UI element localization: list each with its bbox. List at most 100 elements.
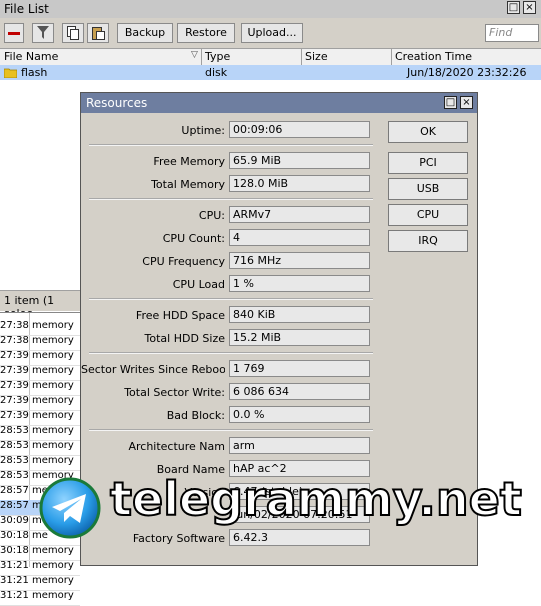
folder-icon	[3, 67, 18, 81]
log-time: 27:38	[0, 335, 29, 346]
usb-button[interactable]: USB	[388, 178, 468, 200]
log-row[interactable]: 27:39 memory	[0, 410, 80, 426]
file-list-toolbar: Backup Restore Upload... Find	[0, 18, 541, 48]
log-row[interactable]: 28:53 memory	[0, 455, 80, 471]
log-topic: memory	[32, 350, 74, 361]
cpu-load-label: CPU Load	[172, 278, 225, 291]
log-time: 31:21	[0, 575, 29, 586]
file-type-cell: disk	[205, 66, 228, 79]
file-list-status: 1 item (1 selec	[0, 290, 80, 320]
paste-button[interactable]	[87, 23, 109, 43]
log-time: 28:57	[0, 485, 29, 496]
log-time: 30:18	[0, 545, 29, 556]
pci-button[interactable]: PCI	[388, 152, 468, 174]
total-hdd-label: Total HDD Size	[144, 332, 225, 345]
cpu-frequency-value: 716 MHz	[229, 252, 370, 269]
log-row[interactable]: 27:39 memory	[0, 395, 80, 411]
free-memory-label: Free Memory	[153, 155, 225, 168]
total-memory-value: 128.0 MiB	[229, 175, 370, 192]
cpu-count-label: CPU Count:	[162, 232, 225, 245]
free-hdd-label: Free HDD Space	[135, 309, 225, 322]
log-topic: memory	[32, 365, 74, 376]
filter-icon	[37, 26, 49, 39]
log-row[interactable]: 31:21 memory	[0, 560, 80, 576]
ok-button[interactable]: OK	[388, 121, 468, 143]
minus-icon	[8, 31, 20, 35]
free-memory-value: 65.9 MiB	[229, 152, 370, 169]
cpu-count-value: 4	[229, 229, 370, 246]
log-topic: memory	[32, 410, 74, 421]
sector-writes-reboot-label: Sector Writes Since Reboo	[81, 363, 225, 376]
log-row[interactable]: 27:38 memory	[0, 335, 80, 351]
resources-title: Resources	[86, 96, 148, 110]
upload-button[interactable]: Upload...	[241, 23, 303, 43]
log-row[interactable]: 27:39 memory	[0, 350, 80, 366]
total-memory-label: Total Memory	[151, 178, 225, 191]
column-file-name[interactable]: File Name	[4, 50, 58, 63]
log-time: 27:39	[0, 350, 29, 361]
remove-button[interactable]	[4, 23, 24, 43]
log-topic: memory	[32, 380, 74, 391]
total-sector-writes-value: 6 086 634	[229, 383, 370, 400]
backup-button[interactable]: Backup	[117, 23, 173, 43]
cpu-load-value: 1 %	[229, 275, 370, 292]
file-list-column-header: File Name ▽ Type Size Creation Time	[0, 48, 541, 66]
log-time: 30:18	[0, 530, 29, 541]
log-time: 28:53	[0, 470, 29, 481]
maximize-icon[interactable]: □	[444, 96, 457, 109]
cpu-frequency-label: CPU Frequency	[142, 255, 225, 268]
filter-button[interactable]	[32, 23, 54, 43]
log-time: 28:53	[0, 455, 29, 466]
log-topic: memory	[32, 590, 74, 601]
log-row[interactable]: 30:18 memory	[0, 545, 80, 561]
watermark-text: telegrammy.net	[109, 471, 523, 527]
log-topic: memory	[32, 425, 74, 436]
cpu-button[interactable]: CPU	[388, 204, 468, 226]
log-topic: memory	[32, 545, 74, 556]
total-sector-writes-label: Total Sector Write:	[124, 386, 225, 399]
sort-icon: ▽	[191, 50, 198, 60]
file-list-titlebar: File List □ ×	[0, 0, 541, 19]
cpu-value: ARMv7	[229, 206, 370, 223]
factory-software-label: Factory Software	[132, 532, 225, 545]
log-row[interactable]: 28:53 memory	[0, 440, 80, 456]
log-topic: memory	[32, 455, 74, 466]
paste-icon	[91, 27, 105, 40]
log-topic: memory	[32, 335, 74, 346]
telegram-logo-icon	[38, 476, 102, 540]
log-time: 27:39	[0, 410, 29, 421]
log-time: 28:57	[0, 500, 29, 511]
close-icon[interactable]: ×	[523, 1, 536, 14]
log-row[interactable]: 27:39 memory	[0, 380, 80, 396]
log-topic: memory	[32, 395, 74, 406]
column-type[interactable]: Type	[205, 50, 230, 63]
log-row[interactable]: 27:39 memory	[0, 365, 80, 381]
log-row[interactable]: 27:38 memory	[0, 320, 80, 336]
maximize-icon[interactable]: □	[507, 1, 520, 14]
table-row[interactable]: flash disk Jun/18/2020 23:32:26	[0, 65, 541, 80]
factory-software-value: 6.42.3	[229, 529, 370, 546]
log-row[interactable]: 31:21 memory	[0, 590, 80, 606]
column-size[interactable]: Size	[305, 50, 328, 63]
architecture-value: arm	[229, 437, 370, 454]
log-time: 28:53	[0, 440, 29, 451]
log-row[interactable]: 31:21 memory	[0, 575, 80, 591]
uptime-label: Uptime:	[181, 124, 225, 137]
log-topic: memory	[32, 440, 74, 451]
find-input[interactable]: Find	[485, 24, 539, 42]
file-name-cell: flash	[21, 66, 48, 79]
log-time: 27:39	[0, 395, 29, 406]
log-time: 31:21	[0, 590, 29, 601]
log-time: 27:39	[0, 365, 29, 376]
restore-button[interactable]: Restore	[177, 23, 235, 43]
irq-button[interactable]: IRQ	[388, 230, 468, 252]
close-icon[interactable]: ×	[460, 96, 473, 109]
log-row[interactable]: 28:53 memory	[0, 425, 80, 441]
copy-button[interactable]	[62, 23, 84, 43]
architecture-label: Architecture Nam	[128, 440, 225, 453]
file-list-body	[0, 80, 80, 290]
log-topic: memory	[32, 320, 74, 331]
file-created-cell: Jun/18/2020 23:32:26	[407, 66, 527, 79]
column-creation-time[interactable]: Creation Time	[395, 50, 472, 63]
free-hdd-value: 840 KiB	[229, 306, 370, 323]
